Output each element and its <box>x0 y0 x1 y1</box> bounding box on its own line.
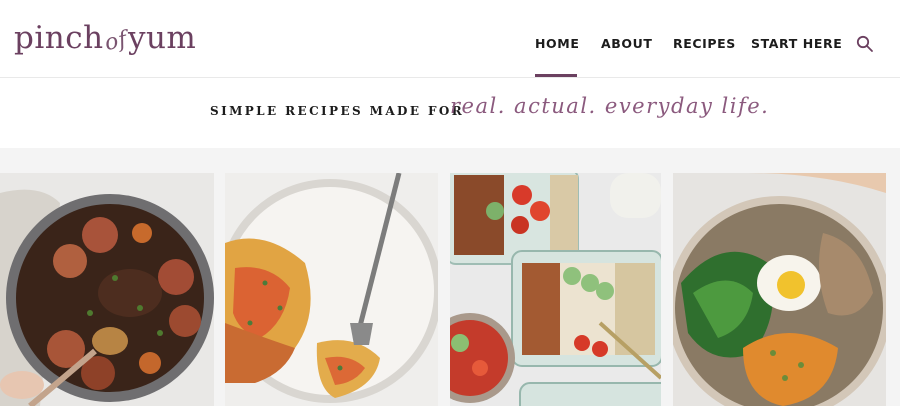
logo-yum: yum <box>127 20 197 56</box>
recipe-gallery <box>0 148 900 406</box>
recipe-card-beef-stew[interactable] <box>0 173 214 406</box>
recipe-card-lasagna[interactable] <box>225 173 438 406</box>
logo-pinch: pinch <box>14 20 104 56</box>
nav-active-indicator <box>535 74 577 77</box>
recipe-card-meal-prep[interactable] <box>450 173 661 406</box>
site-header: pinchofyum HOME ABOUT RECIPES START HERE <box>0 0 900 78</box>
recipe-card-salad-bowl[interactable] <box>673 173 886 406</box>
tagline-script: real. actual. everyday life. <box>450 94 770 118</box>
nav-about[interactable]: ABOUT <box>601 35 653 53</box>
tagline: SIMPLE RECIPES MADE FOR real. actual. ev… <box>0 78 900 148</box>
site-logo[interactable]: pinchofyum <box>14 14 196 66</box>
meal-prep-containers-image <box>450 173 661 406</box>
beef-stew-image <box>0 173 214 406</box>
nav-start-here[interactable]: START HERE <box>751 35 842 53</box>
nav-recipes[interactable]: RECIPES <box>673 35 736 53</box>
salad-bowl-image <box>673 173 886 406</box>
lasagna-plate-image <box>225 173 438 406</box>
tagline-prefix: SIMPLE RECIPES MADE FOR <box>210 104 465 118</box>
search-icon[interactable] <box>856 35 874 53</box>
nav-home[interactable]: HOME <box>535 35 579 53</box>
logo-of: of <box>102 26 130 57</box>
